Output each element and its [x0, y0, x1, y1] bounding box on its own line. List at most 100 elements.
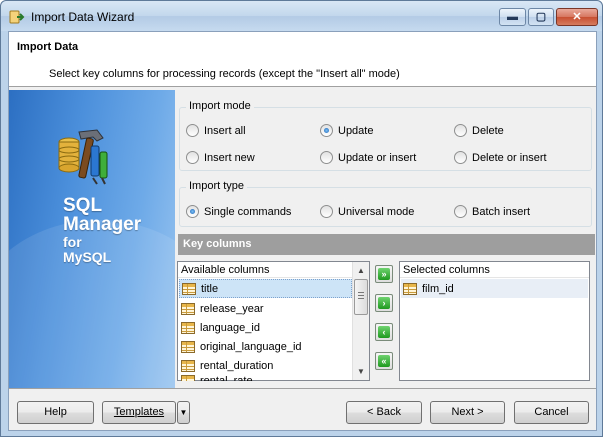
back-button[interactable]: < Back [346, 401, 422, 424]
list-item[interactable]: rental_rate [179, 375, 352, 381]
product-name-line4: MySQL [63, 249, 112, 265]
remove-all-button[interactable]: « [375, 352, 393, 370]
key-columns-header: Key columns [178, 234, 595, 255]
wizard-client: Import Data Select key columns for proce… [8, 31, 597, 431]
add-all-button[interactable]: » [375, 265, 393, 283]
list-item[interactable]: title [179, 279, 352, 298]
import-wizard-icon [9, 10, 25, 24]
remove-all-icon: « [378, 355, 390, 367]
product-name-line3: for [63, 234, 82, 250]
list-item[interactable]: film_id [401, 279, 588, 298]
radio-indicator [454, 124, 467, 137]
radio-label: Insert all [204, 124, 246, 137]
product-banner: SQL Manager for MySQL [9, 90, 175, 389]
title-bar[interactable]: Import Data Wizard ▬ ▢ ✕ [1, 1, 602, 31]
radio-update[interactable]: Update [320, 124, 373, 137]
add-button[interactable]: › [375, 294, 393, 312]
remove-icon: ‹ [378, 326, 390, 338]
list-item[interactable]: release_year [179, 299, 352, 318]
column-name: original_language_id [200, 340, 302, 353]
cancel-button[interactable]: Cancel [514, 401, 589, 424]
column-icon [403, 282, 417, 295]
radio-universal-mode[interactable]: Universal mode [320, 205, 414, 218]
window-title: Import Data Wizard [31, 10, 135, 24]
radio-indicator [320, 205, 333, 218]
list-item[interactable]: original_language_id [179, 337, 352, 356]
radio-indicator [186, 205, 199, 218]
list-item[interactable]: language_id [179, 318, 352, 337]
import-type-label: Import type [186, 180, 248, 192]
radio-label: Single commands [204, 205, 292, 218]
radio-label: Update [338, 124, 374, 137]
product-name-line1: SQL [63, 195, 103, 216]
column-icon [181, 359, 195, 372]
product-name: SQL Manager for MySQL [63, 196, 141, 264]
product-name-line2: Manager [63, 214, 142, 235]
next-button[interactable]: Next > [430, 401, 505, 424]
radio-label: Batch insert [472, 205, 531, 218]
radio-label: Update or insert [338, 151, 417, 164]
radio-indicator [320, 124, 333, 137]
maximize-button[interactable]: ▢ [528, 8, 554, 26]
remove-button[interactable]: ‹ [375, 323, 393, 341]
minimize-icon: ▬ [507, 11, 518, 23]
import-type-group: Import type Single commands Universal mo… [179, 180, 592, 227]
minimize-button[interactable]: ▬ [499, 8, 526, 26]
selected-columns-header: Selected columns [400, 262, 589, 278]
column-name: film_id [422, 282, 454, 295]
column-icon [181, 375, 195, 381]
sql-manager-logo-icon [58, 129, 108, 185]
scrollbar-thumb[interactable] [354, 279, 368, 315]
available-columns-header: Available columns [178, 262, 352, 278]
close-icon: ✕ [572, 11, 582, 23]
column-name: title [201, 282, 219, 295]
radio-indicator [186, 151, 199, 164]
import-mode-label: Import mode [186, 100, 254, 112]
radio-label: Insert new [204, 151, 255, 164]
add-all-icon: » [378, 268, 390, 280]
radio-indicator [320, 151, 333, 164]
column-name: rental_rate [200, 375, 253, 381]
scroll-down-icon[interactable]: ▼ [353, 363, 369, 380]
column-icon [181, 340, 195, 353]
column-name: release_year [200, 302, 264, 315]
radio-single-commands[interactable]: Single commands [186, 205, 291, 218]
radio-indicator [454, 205, 467, 218]
scroll-up-icon[interactable]: ▲ [353, 262, 369, 279]
wizard-window: Import Data Wizard ▬ ▢ ✕ Import Data Sel… [0, 0, 603, 437]
radio-label: Delete or insert [472, 151, 547, 164]
close-button[interactable]: ✕ [556, 8, 598, 26]
radio-update-or-insert[interactable]: Update or insert [320, 151, 416, 164]
maximize-icon: ▢ [535, 11, 547, 23]
column-icon [182, 282, 196, 295]
radio-insert-all[interactable]: Insert all [186, 124, 246, 137]
available-columns-scrollbar[interactable]: ▲ ▼ [352, 262, 369, 380]
chevron-down-icon: ▼ [179, 408, 188, 417]
radio-insert-new[interactable]: Insert new [186, 151, 255, 164]
templates-button[interactable]: Templates [102, 401, 176, 424]
radio-label: Universal mode [338, 205, 415, 218]
page-title: Import Data [17, 41, 79, 53]
import-mode-group: Import mode Insert all Update Delete Ins… [179, 100, 592, 171]
wizard-header: Import Data Select key columns for proce… [9, 32, 596, 87]
column-name: language_id [200, 321, 260, 334]
radio-label: Delete [472, 124, 504, 137]
templates-dropdown-button[interactable]: ▼ [177, 401, 190, 424]
grip-icon [358, 292, 364, 301]
column-name: rental_duration [200, 359, 274, 372]
radio-batch-insert[interactable]: Batch insert [454, 205, 530, 218]
page-description: Select key columns for processing record… [49, 68, 400, 80]
available-columns-list[interactable]: Available columns title release_year lan… [177, 261, 370, 381]
selected-columns-list[interactable]: Selected columns film_id [399, 261, 590, 381]
templates-label: Templates [113, 406, 165, 418]
radio-delete[interactable]: Delete [454, 124, 504, 137]
add-icon: › [378, 297, 390, 309]
column-icon [181, 321, 195, 334]
column-icon [181, 302, 195, 315]
help-button[interactable]: Help [17, 401, 94, 424]
footer-divider [9, 388, 596, 389]
radio-delete-or-insert[interactable]: Delete or insert [454, 151, 547, 164]
radio-indicator [454, 151, 467, 164]
radio-indicator [186, 124, 199, 137]
list-item[interactable]: rental_duration [179, 356, 352, 375]
